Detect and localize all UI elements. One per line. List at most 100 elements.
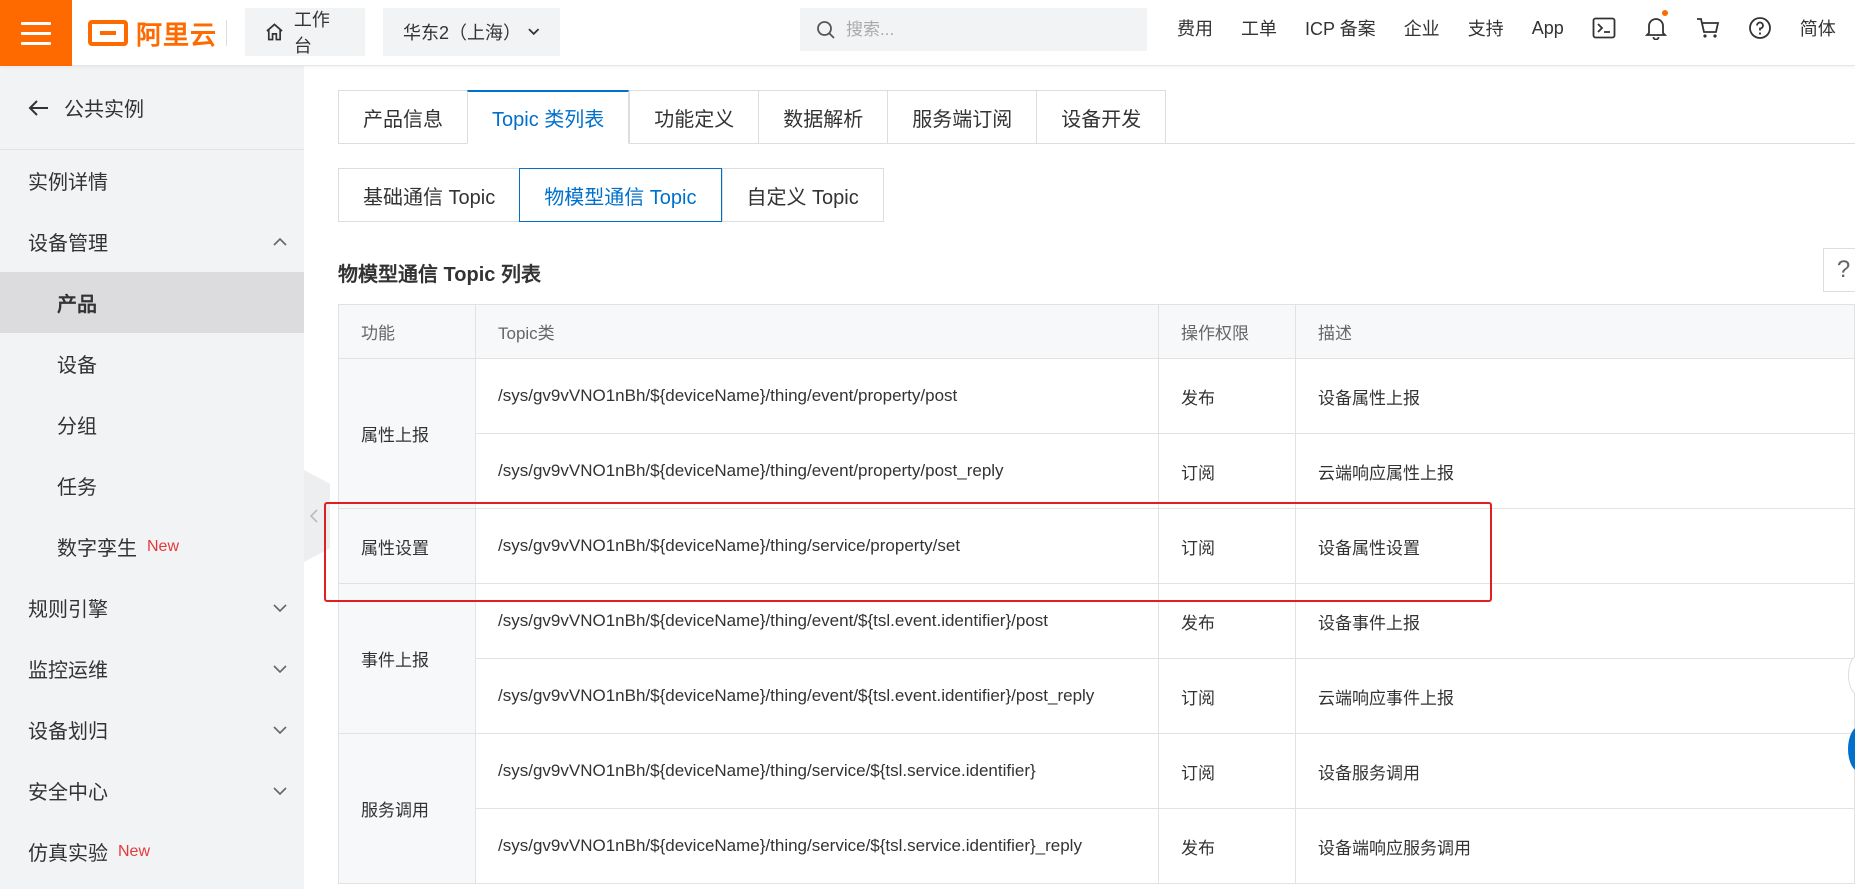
sidebar-item-label: 监控运维 — [28, 660, 108, 682]
column-header-function: 功能 — [338, 304, 476, 359]
sidebar-item-label: 分组 — [57, 416, 97, 438]
back-to-public-instance[interactable]: 公共实例 — [0, 66, 304, 150]
link-enterprise[interactable]: 企业 — [1404, 15, 1440, 41]
help-circle-icon[interactable] — [1734, 0, 1786, 56]
search-icon — [817, 20, 835, 39]
section-title: 物模型通信 Topic 列表 — [338, 264, 541, 286]
search-box[interactable] — [800, 8, 1147, 51]
back-label: 公共实例 — [64, 99, 144, 121]
top-links: 费用 工单 ICP 备案 企业 支持 App 简体 — [1163, 0, 1850, 56]
topic-cell: /sys/gv9vVNO1nBh/${deviceName}/thing/eve… — [475, 658, 1159, 734]
cart-icon[interactable] — [1682, 0, 1734, 56]
bell-icon[interactable] — [1630, 0, 1682, 56]
link-icp[interactable]: ICP 备案 — [1305, 15, 1376, 41]
chevron-up-icon — [273, 237, 287, 246]
new-badge: New — [118, 842, 151, 860]
sidebar-item-simulation[interactable]: 仿真实验 New — [0, 821, 304, 882]
topic-cell: /sys/gv9vVNO1nBh/${deviceName}/thing/ser… — [475, 508, 1159, 584]
workbench-label: 工作台 — [293, 10, 330, 56]
permission-cell: 发布 — [1158, 583, 1296, 659]
table-row: 属性上报 /sys/gv9vVNO1nBh/${deviceName}/thin… — [338, 358, 1855, 509]
description-cell: 设备属性上报 — [1295, 358, 1855, 434]
column-header-description: 描述 — [1295, 304, 1855, 359]
hamburger-menu-icon[interactable] — [0, 0, 72, 66]
sidebar-item-label: 仿真实验 — [28, 843, 108, 865]
table-row: /sys/gv9vVNO1nBh/${deviceName}/thing/eve… — [339, 433, 1855, 509]
permission-cell: 订阅 — [1158, 508, 1296, 584]
subtab-tsl-topic[interactable]: 物模型通信 Topic — [519, 168, 722, 222]
function-cell: 属性设置 — [338, 508, 476, 584]
sidebar-item-device-assignment[interactable]: 设备划归 — [0, 699, 304, 760]
sidebar-item-group[interactable]: 分组 — [0, 394, 304, 455]
chevron-down-icon — [273, 664, 287, 673]
workbench-button[interactable]: 工作台 — [245, 8, 365, 56]
tab-function-definition[interactable]: 功能定义 — [629, 90, 759, 144]
link-billing[interactable]: 费用 — [1177, 15, 1213, 41]
tab-product-info[interactable]: 产品信息 — [338, 90, 467, 144]
chevron-down-icon — [273, 725, 287, 734]
logo-text: 阿里云 — [136, 19, 218, 50]
subtab-custom-topic[interactable]: 自定义 Topic — [721, 168, 884, 222]
link-support[interactable]: 支持 — [1468, 15, 1504, 41]
sidebar-item-device[interactable]: 设备 — [0, 333, 304, 394]
sidebar-item-label: 任务 — [57, 477, 97, 499]
home-icon — [266, 23, 283, 41]
sidebar-item-label: 数字孪生 — [57, 538, 137, 560]
sidebar: 公共实例 实例详情 设备管理 产品 设备 分组 任务 数字孪生 New 规则引擎 … — [0, 66, 304, 889]
topic-cell: /sys/gv9vVNO1nBh/${deviceName}/thing/ser… — [475, 733, 1159, 809]
column-header-topic: Topic类 — [475, 304, 1159, 359]
sidebar-item-label: 实例详情 — [28, 172, 108, 194]
permission-cell: 订阅 — [1158, 733, 1296, 809]
table-row: /sys/gv9vVNO1nBh/${deviceName}/thing/ser… — [339, 808, 1855, 884]
region-selector[interactable]: 华东2（上海） — [383, 8, 560, 56]
permission-cell: 发布 — [1158, 808, 1296, 884]
language-switch[interactable]: 简体 — [1800, 15, 1836, 41]
tab-data-parsing[interactable]: 数据解析 — [758, 90, 888, 144]
main-content: 产品信息 Topic 类列表 功能定义 数据解析 服务端订阅 设备开发 基础通信… — [304, 66, 1855, 889]
topic-type-tabs: 基础通信 Topic 物模型通信 Topic 自定义 Topic — [338, 168, 884, 222]
function-cell: 事件上报 — [338, 583, 476, 734]
table-row: 事件上报 /sys/gv9vVNO1nBh/${deviceName}/thin… — [338, 583, 1855, 734]
subtab-basic-topic[interactable]: 基础通信 Topic — [338, 168, 520, 222]
sidebar-item-monitoring[interactable]: 监控运维 — [0, 638, 304, 699]
help-button[interactable]: ? — [1823, 248, 1855, 292]
topic-cell: /sys/gv9vVNO1nBh/${deviceName}/thing/eve… — [475, 433, 1159, 509]
table-row: 属性设置 /sys/gv9vVNO1nBh/${deviceName}/thin… — [338, 508, 1855, 584]
sidebar-item-label: 设备划归 — [28, 721, 108, 743]
description-cell: 设备服务调用 — [1295, 733, 1855, 809]
topic-table: 功能 Topic类 操作权限 描述 属性上报 /sys/gv9vVNO1nBh/… — [338, 304, 1855, 884]
sidebar-item-digital-twin[interactable]: 数字孪生 New — [0, 516, 304, 577]
topic-cell: /sys/gv9vVNO1nBh/${deviceName}/thing/eve… — [475, 358, 1159, 434]
sidebar-item-label: 产品 — [57, 294, 97, 316]
link-tickets[interactable]: 工单 — [1241, 15, 1277, 41]
tab-server-subscription[interactable]: 服务端订阅 — [887, 90, 1037, 144]
topic-cell: /sys/gv9vVNO1nBh/${deviceName}/thing/ser… — [475, 808, 1159, 884]
table-row: /sys/gv9vVNO1nBh/${deviceName}/thing/eve… — [339, 658, 1855, 734]
description-cell: 云端响应属性上报 — [1295, 433, 1855, 509]
sidebar-item-device-management[interactable]: 设备管理 — [0, 211, 304, 272]
sidebar-item-label: 设备管理 — [28, 233, 108, 255]
tab-device-development[interactable]: 设备开发 — [1036, 90, 1167, 144]
description-cell: 云端响应事件上报 — [1295, 658, 1855, 734]
chevron-down-icon — [273, 603, 287, 612]
sidebar-item-label: 安全中心 — [28, 782, 108, 804]
function-cell: 服务调用 — [338, 733, 476, 884]
search-input[interactable] — [846, 19, 1126, 40]
sidebar-item-product[interactable]: 产品 — [0, 272, 304, 333]
region-label: 华东2（上海） — [403, 23, 522, 43]
function-cell: 属性上报 — [338, 358, 476, 509]
topic-cell: /sys/gv9vVNO1nBh/${deviceName}/thing/eve… — [475, 583, 1159, 659]
link-app[interactable]: App — [1532, 18, 1564, 39]
description-cell: 设备端响应服务调用 — [1295, 808, 1855, 884]
aliyun-logo[interactable]: 阿里云 — [88, 14, 217, 52]
sidebar-item-rule-engine[interactable]: 规则引擎 — [0, 577, 304, 638]
terminal-icon[interactable] — [1578, 0, 1630, 56]
tab-topic-list[interactable]: Topic 类列表 — [467, 90, 630, 144]
chevron-down-icon — [273, 786, 287, 795]
sidebar-item-instance-details[interactable]: 实例详情 — [0, 150, 304, 211]
sidebar-item-security-center[interactable]: 安全中心 — [0, 760, 304, 821]
arrow-left-icon — [28, 99, 48, 116]
permission-cell: 订阅 — [1158, 658, 1296, 734]
sidebar-item-task[interactable]: 任务 — [0, 455, 304, 516]
description-cell: 设备事件上报 — [1295, 583, 1855, 659]
